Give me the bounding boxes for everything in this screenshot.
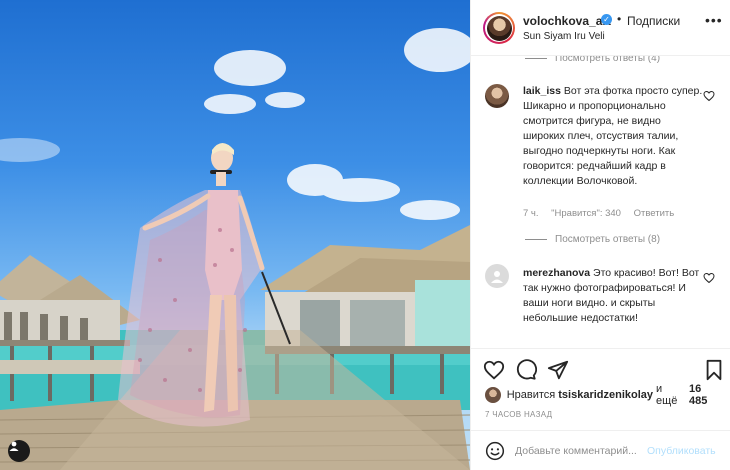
post-actions	[471, 348, 730, 388]
separator-dot: •	[617, 12, 622, 26]
comment-meta: 7 ч. "Нравится": 340 Ответить	[523, 208, 684, 219]
post-timestamp[interactable]: 7 ЧАСОВ НАЗАД	[485, 410, 552, 419]
default-avatar-icon	[491, 271, 503, 283]
comment-time: 7 ч.	[523, 208, 539, 219]
comment-reply-button[interactable]: Ответить	[634, 208, 675, 219]
author-avatar[interactable]	[483, 12, 515, 44]
likes-count[interactable]: 16 485	[689, 383, 722, 407]
share-icon[interactable]	[547, 359, 569, 381]
bookmark-icon[interactable]	[703, 359, 725, 381]
photo-illustration	[0, 28, 470, 470]
post-sidebar: volochkova_art ✓ • Подписки Sun Siyam Ir…	[470, 0, 730, 470]
smiley-icon[interactable]	[485, 441, 505, 461]
comment-icon[interactable]	[515, 359, 537, 381]
likes-summary: Нравится tsiskaridzenikolay и ещё 16 485	[485, 383, 725, 407]
view-replies-button[interactable]: Посмотреть ответы (8)	[525, 234, 660, 245]
verified-badge-icon: ✓	[601, 14, 612, 25]
user-tag-icon[interactable]	[8, 440, 30, 462]
liker-avatar[interactable]	[485, 387, 501, 403]
comment-text: Вот эта фотка просто супер. Шикарно и пр…	[523, 85, 703, 187]
likes-prefix: Нравится	[506, 389, 556, 401]
comment-username[interactable]: laik_iss	[523, 85, 561, 97]
comments-list[interactable]: Посмотреть ответы (4) laik_iss Вот эта ф…	[471, 56, 730, 348]
comment-avatar[interactable]	[485, 264, 509, 288]
post-location[interactable]: Sun Siyam Iru Veli	[523, 31, 605, 42]
comment-likes-count[interactable]: "Нравится": 340	[551, 208, 621, 219]
heart-icon[interactable]	[483, 359, 505, 381]
author-username[interactable]: volochkova_art	[523, 14, 611, 28]
comment-avatar[interactable]	[485, 84, 509, 108]
following-button[interactable]: Подписки	[627, 14, 680, 28]
publish-button[interactable]: Опубликовать	[647, 445, 716, 457]
comment-like-heart-icon[interactable]	[703, 272, 715, 284]
add-comment-bar: Опубликовать	[471, 430, 730, 470]
liker-username[interactable]: tsiskaridzenikolay	[558, 389, 653, 401]
more-options-icon[interactable]: •••	[705, 12, 723, 28]
comment-like-heart-icon[interactable]	[703, 90, 715, 102]
post-photo[interactable]	[0, 0, 470, 470]
comment-body: laik_iss Вот эта фотка просто супер. Шик…	[523, 84, 703, 189]
comment-username[interactable]: merezhanova	[523, 267, 590, 279]
view-replies-label: Посмотреть ответы (8)	[555, 234, 661, 245]
view-replies-label: Посмотреть ответы (4)	[555, 56, 661, 64]
view-replies-button[interactable]: Посмотреть ответы (4)	[525, 56, 660, 64]
comment-input[interactable]	[515, 440, 643, 462]
post-header: volochkova_art ✓ • Подписки Sun Siyam Ir…	[471, 0, 730, 56]
likes-middle: и ещё	[656, 383, 678, 407]
comment-body: merezhanova Это красиво! Вот! Вот так ну…	[523, 266, 703, 326]
